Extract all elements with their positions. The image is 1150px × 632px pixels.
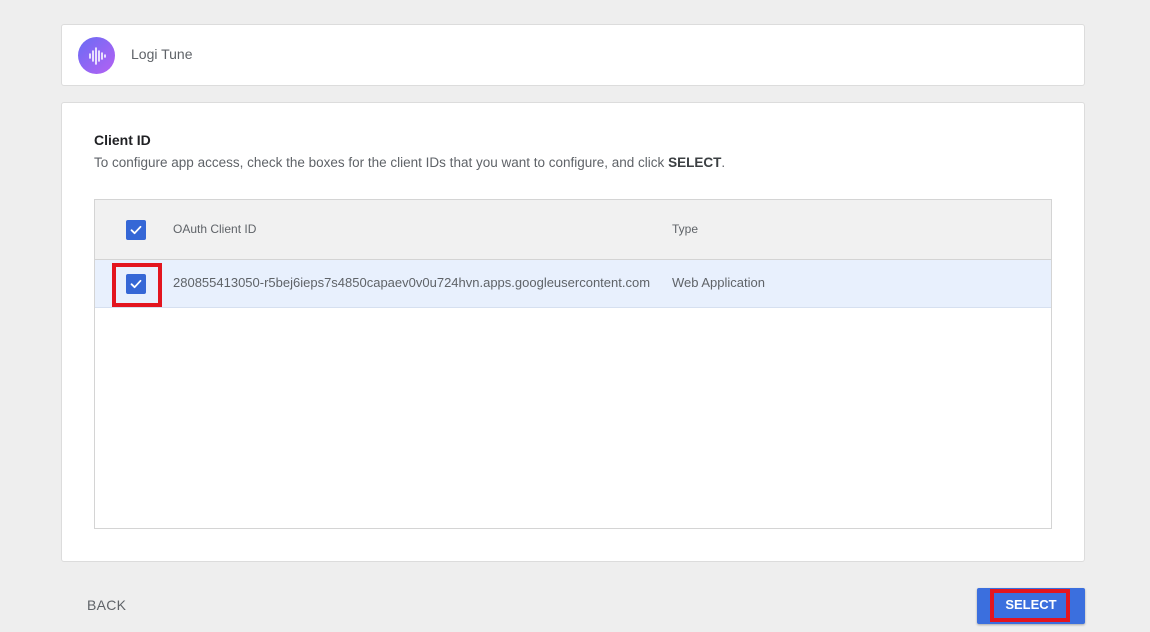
back-button[interactable]: BACK [72, 589, 141, 621]
select-button-label: SELECT [1005, 597, 1057, 612]
section-title: Client ID [94, 132, 151, 148]
column-header-type[interactable]: Type [672, 222, 698, 236]
check-icon [130, 279, 142, 289]
client-id-card: Client ID To configure app access, check… [61, 102, 1085, 562]
sound-wave-icon [78, 37, 115, 74]
column-header-client-id[interactable]: OAuth Client ID [173, 222, 256, 236]
section-description: To configure app access, check the boxes… [94, 155, 726, 170]
select-button[interactable]: SELECT [977, 588, 1085, 624]
client-id-cell: 280855413050-r5bej6ieps7s4850capaev0v0u7… [173, 275, 651, 290]
app-name: Logi Tune [131, 46, 193, 62]
client-id-table: OAuth Client ID Type 280855413050-r5bej6… [94, 199, 1052, 529]
check-icon [130, 225, 142, 235]
row-checkbox[interactable] [126, 274, 146, 294]
app-header-card: Logi Tune [61, 24, 1085, 86]
type-cell: Web Application [672, 275, 765, 290]
table-row[interactable]: 280855413050-r5bej6ieps7s4850capaev0v0u7… [95, 260, 1051, 308]
select-all-checkbox[interactable] [126, 220, 146, 240]
table-header: OAuth Client ID Type [95, 200, 1051, 260]
